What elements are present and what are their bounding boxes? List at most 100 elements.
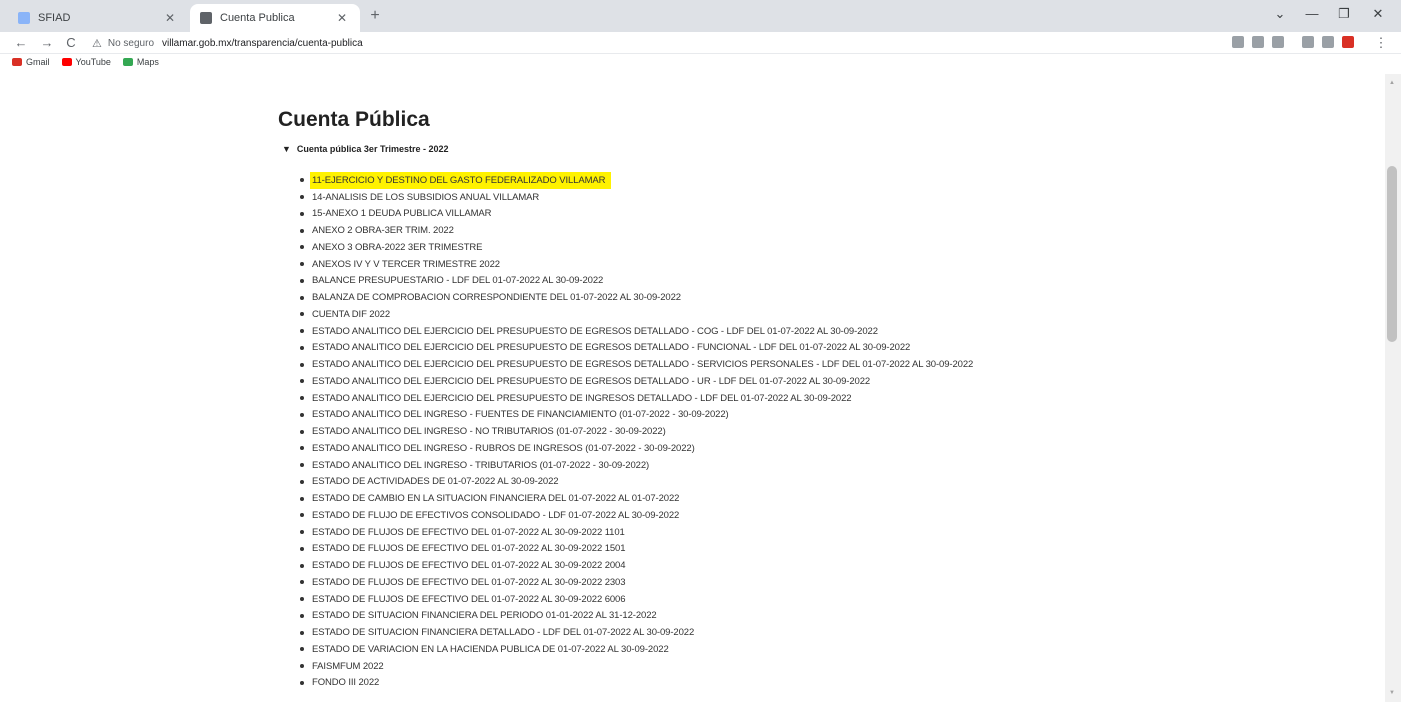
minimize-button[interactable]: —	[1298, 6, 1326, 21]
document-link-item[interactable]: ESTADO ANALITICO DEL INGRESO - RUBROS DE…	[300, 440, 973, 457]
document-link-item[interactable]: ANEXO 2 OBRA-3ER TRIM. 2022	[300, 222, 973, 239]
extensions-puzzle-icon[interactable]	[1302, 36, 1314, 48]
document-link-item[interactable]: ESTADO ANALITICO DEL EJERCICIO DEL PRESU…	[300, 373, 973, 390]
scroll-down-arrow-icon[interactable]: ▼	[1387, 690, 1397, 696]
document-link-item[interactable]: BALANZA DE COMPROBACION CORRESPONDIENTE …	[300, 289, 973, 306]
document-link[interactable]: ESTADO DE CAMBIO EN LA SITUACION FINANCI…	[312, 493, 679, 504]
document-link[interactable]: ESTADO DE FLUJOS DE EFECTIVO DEL 01-07-2…	[312, 560, 626, 571]
document-link-item[interactable]: 14-ANALISIS DE LOS SUBSIDIOS ANUAL VILLA…	[300, 189, 973, 206]
document-link[interactable]: ESTADO DE FLUJOS DE EFECTIVO DEL 01-07-2…	[312, 527, 625, 538]
section-toggle[interactable]: ▼ Cuenta pública 3er Trimestre - 2022	[282, 144, 449, 154]
document-link[interactable]: ESTADO ANALITICO DEL INGRESO - FUENTES D…	[312, 409, 729, 420]
tab-favicon-icon	[18, 12, 30, 24]
bookmark-star-icon[interactable]	[1272, 36, 1284, 48]
menu-kebab-icon[interactable]: ⋮	[1372, 35, 1390, 51]
bullet-icon	[300, 479, 304, 484]
document-link-item[interactable]: ESTADO ANALITICO DEL EJERCICIO DEL PRESU…	[300, 323, 973, 340]
bookmark-gmail[interactable]: Gmail	[12, 57, 50, 67]
bookmark-maps[interactable]: Maps	[122, 57, 159, 67]
document-link[interactable]: ESTADO DE FLUJOS DE EFECTIVO DEL 01-07-2…	[312, 594, 626, 605]
back-button[interactable]: ←	[12, 35, 30, 50]
document-link-item[interactable]: ESTADO ANALITICO DEL INGRESO - TRIBUTARI…	[300, 457, 973, 474]
bullet-icon	[300, 412, 304, 417]
maximize-button[interactable]: ❐	[1330, 6, 1358, 22]
share-icon[interactable]	[1252, 36, 1264, 48]
document-link-item[interactable]: ESTADO DE FLUJOS DE EFECTIVO DEL 01-07-2…	[300, 524, 973, 541]
scroll-up-arrow-icon[interactable]: ▲	[1387, 80, 1397, 86]
bookmark-youtube[interactable]: YouTube	[61, 57, 111, 67]
document-link[interactable]: ESTADO DE FLUJOS DE EFECTIVO DEL 01-07-2…	[312, 577, 626, 588]
document-link[interactable]: CUENTA DIF 2022	[312, 309, 390, 320]
document-link[interactable]: BALANCE PRESUPUESTARIO - LDF DEL 01-07-2…	[312, 275, 603, 286]
forward-button[interactable]: →	[38, 35, 56, 50]
document-link-item[interactable]: ESTADO ANALITICO DEL INGRESO - FUENTES D…	[300, 407, 973, 424]
document-link[interactable]: 14-ANALISIS DE LOS SUBSIDIOS ANUAL VILLA…	[312, 192, 539, 203]
document-link[interactable]: ESTADO ANALITICO DEL INGRESO - NO TRIBUT…	[312, 426, 666, 437]
profile-avatar-icon[interactable]	[1342, 36, 1354, 48]
document-link-item[interactable]: ESTADO DE CAMBIO EN LA SITUACION FINANCI…	[300, 490, 973, 507]
document-link[interactable]: ESTADO ANALITICO DEL EJERCICIO DEL PRESU…	[312, 393, 852, 404]
browser-tab-cuenta-publica[interactable]: Cuenta Publica ✕	[190, 4, 360, 32]
bullet-icon	[300, 345, 304, 350]
document-link-item[interactable]: 15-ANEXO 1 DEUDA PUBLICA VILLAMAR	[300, 206, 973, 223]
document-link[interactable]: ESTADO DE SITUACION FINANCIERA DETALLADO…	[312, 627, 694, 638]
document-link-item[interactable]: BALANCE PRESUPUESTARIO - LDF DEL 01-07-2…	[300, 273, 973, 290]
document-link[interactable]: 11-EJERCICIO Y DESTINO DEL GASTO FEDERAL…	[310, 171, 612, 189]
reload-button[interactable]: C	[62, 35, 80, 50]
url-text[interactable]: villamar.gob.mx/transparencia/cuenta-pub…	[162, 38, 363, 49]
new-tab-button[interactable]: +	[364, 7, 386, 25]
document-link-item[interactable]: ESTADO DE SITUACION FINANCIERA DETALLADO…	[300, 624, 973, 641]
document-link[interactable]: ESTADO ANALITICO DEL EJERCICIO DEL PRESU…	[312, 326, 878, 337]
tab-close-icon[interactable]: ✕	[162, 11, 178, 25]
document-link[interactable]: ESTADO ANALITICO DEL INGRESO - RUBROS DE…	[312, 443, 695, 454]
document-link[interactable]: ANEXO 3 OBRA-2022 3ER TRIMESTRE	[312, 242, 483, 253]
document-link-item[interactable]: ESTADO DE FLUJOS DE EFECTIVO DEL 01-07-2…	[300, 541, 973, 558]
document-link-item[interactable]: ESTADO DE FLUJOS DE EFECTIVO DEL 01-07-2…	[300, 557, 973, 574]
document-link[interactable]: ESTADO ANALITICO DEL INGRESO - TRIBUTARI…	[312, 460, 649, 471]
document-link-item[interactable]: ESTADO ANALITICO DEL EJERCICIO DEL PRESU…	[300, 356, 973, 373]
document-link-item[interactable]: ESTADO ANALITICO DEL EJERCICIO DEL PRESU…	[300, 390, 973, 407]
document-link[interactable]: ANEXOS IV Y V TERCER TRIMESTRE 2022	[312, 259, 500, 270]
document-link-item[interactable]: ESTADO DE VARIACION EN LA HACIENDA PUBLI…	[300, 641, 973, 658]
document-link[interactable]: ESTADO ANALITICO DEL EJERCICIO DEL PRESU…	[312, 342, 910, 353]
document-link-item[interactable]: ESTADO ANALITICO DEL EJERCICIO DEL PRESU…	[300, 340, 973, 357]
document-link[interactable]: ESTADO DE SITUACION FINANCIERA DEL PERIO…	[312, 610, 657, 621]
document-link[interactable]: ESTADO DE FLUJOS DE EFECTIVO DEL 01-07-2…	[312, 543, 626, 554]
bullet-icon	[300, 228, 304, 233]
document-link-item[interactable]: FONDO III 2022	[300, 675, 973, 692]
document-link[interactable]: ESTADO DE FLUJO DE EFECTIVOS CONSOLIDADO…	[312, 510, 679, 521]
extension-icon[interactable]	[1232, 36, 1244, 48]
document-link-item[interactable]: ESTADO ANALITICO DEL INGRESO - NO TRIBUT…	[300, 423, 973, 440]
close-window-button[interactable]: ✕	[1364, 6, 1392, 22]
document-link[interactable]: ESTADO DE VARIACION EN LA HACIENDA PUBLI…	[312, 644, 669, 655]
document-link[interactable]: FAISMFUM 2022	[312, 661, 384, 672]
document-link-item[interactable]: ESTADO DE ACTIVIDADES DE 01-07-2022 AL 3…	[300, 474, 973, 491]
tab-search-icon[interactable]: ⌄	[1266, 6, 1294, 22]
document-link[interactable]: FONDO III 2022	[312, 677, 379, 688]
document-link-item[interactable]: ESTADO DE FLUJO DE EFECTIVOS CONSOLIDADO…	[300, 507, 973, 524]
document-link[interactable]: ANEXO 2 OBRA-3ER TRIM. 2022	[312, 225, 454, 236]
document-link[interactable]: 15-ANEXO 1 DEUDA PUBLICA VILLAMAR	[312, 208, 491, 219]
bullet-icon	[300, 463, 304, 468]
document-link-item[interactable]: ESTADO DE FLUJOS DE EFECTIVO DEL 01-07-2…	[300, 591, 973, 608]
tab-close-icon[interactable]: ✕	[334, 11, 350, 25]
document-link-item[interactable]: 11-EJERCICIO Y DESTINO DEL GASTO FEDERAL…	[300, 171, 973, 189]
document-link-item[interactable]: CUENTA DIF 2022	[300, 306, 973, 323]
document-link-item[interactable]: ESTADO DE FLUJOS DE EFECTIVO DEL 01-07-2…	[300, 574, 973, 591]
maps-icon	[122, 58, 133, 66]
bullet-icon	[300, 513, 304, 518]
address-bar[interactable]: ⚠ No seguro villamar.gob.mx/transparenci…	[92, 34, 1222, 52]
document-link-item[interactable]: FAISMFUM 2022	[300, 658, 973, 675]
document-link-item[interactable]: ESTADO DE SITUACION FINANCIERA DEL PERIO…	[300, 608, 973, 625]
document-link[interactable]: BALANZA DE COMPROBACION CORRESPONDIENTE …	[312, 292, 681, 303]
document-link-item[interactable]: ANEXO 3 OBRA-2022 3ER TRIMESTRE	[300, 239, 973, 256]
side-panel-icon[interactable]	[1322, 36, 1334, 48]
bookmark-label: Maps	[136, 57, 159, 67]
document-link[interactable]: ESTADO DE ACTIVIDADES DE 01-07-2022 AL 3…	[312, 476, 559, 487]
document-link[interactable]: ESTADO ANALITICO DEL EJERCICIO DEL PRESU…	[312, 359, 973, 370]
warning-icon[interactable]: ⚠	[92, 37, 102, 50]
scrollbar-thumb[interactable]	[1387, 166, 1397, 342]
document-link[interactable]: ESTADO ANALITICO DEL EJERCICIO DEL PRESU…	[312, 376, 870, 387]
browser-tab-sfiad[interactable]: SFIAD ✕	[8, 4, 188, 32]
document-link-item[interactable]: ANEXOS IV Y V TERCER TRIMESTRE 2022	[300, 256, 973, 273]
